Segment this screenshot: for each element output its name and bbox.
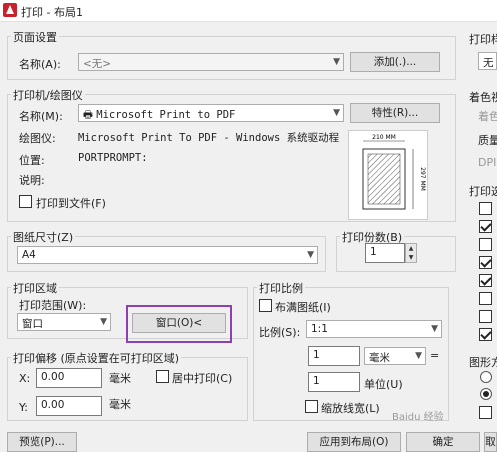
option-checkbox-5[interactable] [479,274,492,287]
apply-to-layout-button[interactable]: 应用到布局(O) [307,432,401,452]
scale-value1-input[interactable]: 1 [308,346,360,366]
drawing-orientation-label: 图形方 [469,356,497,369]
chevron-down-icon: ▼ [431,324,438,334]
plot-area-label: 打印区域 [11,280,59,296]
print-to-file-label: 打印到文件(F) [36,197,106,210]
plotter-value: Microsoft Print To PDF - Windows 系统驱动程..… [78,132,340,144]
scale-lineweights-label: 缩放线宽(L) [321,402,380,415]
scale-unit-select[interactable]: 毫米 ▼ [364,347,426,365]
highlight-box [126,305,232,343]
option-checkbox-6[interactable] [479,292,492,305]
scale-value2-input[interactable]: 1 [308,372,360,392]
offset-x-input[interactable]: 0.00 [36,368,102,388]
offset-y-input[interactable]: 0.00 [36,396,102,416]
printer-name-label: 名称(M): [19,110,63,123]
offset-x-unit: 毫米 [109,372,131,385]
quality-label: 质量 [478,134,497,147]
option-checkbox-1[interactable] [479,202,492,215]
shaded-viewport-label: 着色视 [469,91,497,104]
page-setup-name-label: 名称(A): [19,58,61,71]
option-checkbox-4[interactable] [479,256,492,269]
plot-range-label: 打印范围(W): [19,299,87,312]
title-bar: 打印 - 布局1 [0,0,497,22]
option-checkbox-3[interactable] [479,238,492,251]
orientation-radio-portrait[interactable] [480,371,492,383]
ok-button[interactable]: 确定 [406,432,480,452]
paper-size-label: 图纸尺寸(Z) [11,229,76,245]
svg-text:297 MM: 297 MM [419,167,426,191]
autocad-app-icon [3,3,17,17]
scale-unit2-label: 单位(U) [364,378,403,391]
spin-up-icon[interactable]: ▲ [406,244,416,253]
fit-to-paper-checkbox[interactable] [259,299,272,312]
copies-input[interactable]: 1 [365,243,405,263]
page-setup-label: 页面设置 [11,29,59,45]
paper-preview: 210 MM 297 MM [348,130,428,220]
window-title: 打印 - 布局1 [21,6,83,19]
offset-y-label: Y: [19,401,28,414]
page-setup-name-select[interactable]: <无> ▼ [78,53,344,71]
chevron-down-icon: ▼ [100,317,107,327]
printer-icon: 🖶 [83,109,93,121]
option-checkbox-7[interactable] [479,310,492,323]
printer-properties-button[interactable]: 特性(R)... [350,103,440,123]
equals-sign: = [430,349,440,362]
chevron-down-icon: ▼ [333,57,340,67]
scale-lineweights-checkbox[interactable] [305,400,318,413]
cancel-button[interactable]: 取 [484,432,497,452]
svg-text:210 MM: 210 MM [372,134,396,141]
plot-style-table-label: 打印样 [469,33,497,46]
plotter-label: 绘图仪: [19,132,56,145]
option-checkbox-2[interactable] [479,220,492,233]
add-page-setup-button[interactable]: 添加(.)... [350,52,440,72]
plot-style-table-select[interactable]: 无 [478,52,497,70]
print-to-file-checkbox[interactable] [19,195,32,208]
fit-to-paper-label: 布满图纸(I) [275,301,331,314]
paper-preview-graphic: 210 MM 297 MM [362,134,426,210]
chevron-down-icon: ▼ [307,250,314,260]
paper-size-select[interactable]: A4 ▼ [17,246,318,264]
plot-options-label: 打印选 [469,185,497,198]
offset-x-label: X: [19,372,31,385]
dpi-label: DPI [478,156,497,169]
printer-name-select[interactable]: 🖶 Microsoft Print to PDF ▼ [78,104,344,122]
spin-down-icon[interactable]: ▼ [406,253,416,262]
scale-select[interactable]: 1:1 ▼ [306,320,442,338]
orientation-radio-landscape[interactable] [480,388,492,400]
baidu-watermark: Baidu 经验 [392,412,444,423]
center-plot-label: 居中打印(C) [172,372,233,385]
printer-group-label: 打印机/绘图仪 [11,87,85,103]
chevron-down-icon: ▼ [333,108,340,118]
plot-scale-label: 打印比例 [257,280,305,296]
scale-label: 比例(S): [259,326,301,339]
plot-range-select[interactable]: 窗口 ▼ [17,313,111,331]
upside-down-checkbox[interactable] [479,406,492,419]
description-label: 说明: [19,174,45,187]
copies-spinner[interactable]: ▲ ▼ [405,243,417,263]
center-plot-checkbox[interactable] [156,370,169,383]
location-value: PORTPROMPT: [78,152,148,164]
plot-offset-label: 打印偏移 (原点设置在可打印区域) [11,350,182,366]
option-checkbox-8[interactable] [479,328,492,341]
location-label: 位置: [19,154,45,167]
offset-y-unit: 毫米 [109,398,131,411]
preview-button[interactable]: 预览(P)... [7,432,77,452]
chevron-down-icon: ▼ [415,351,422,361]
shaded-sub-label: 着色 [478,110,497,123]
